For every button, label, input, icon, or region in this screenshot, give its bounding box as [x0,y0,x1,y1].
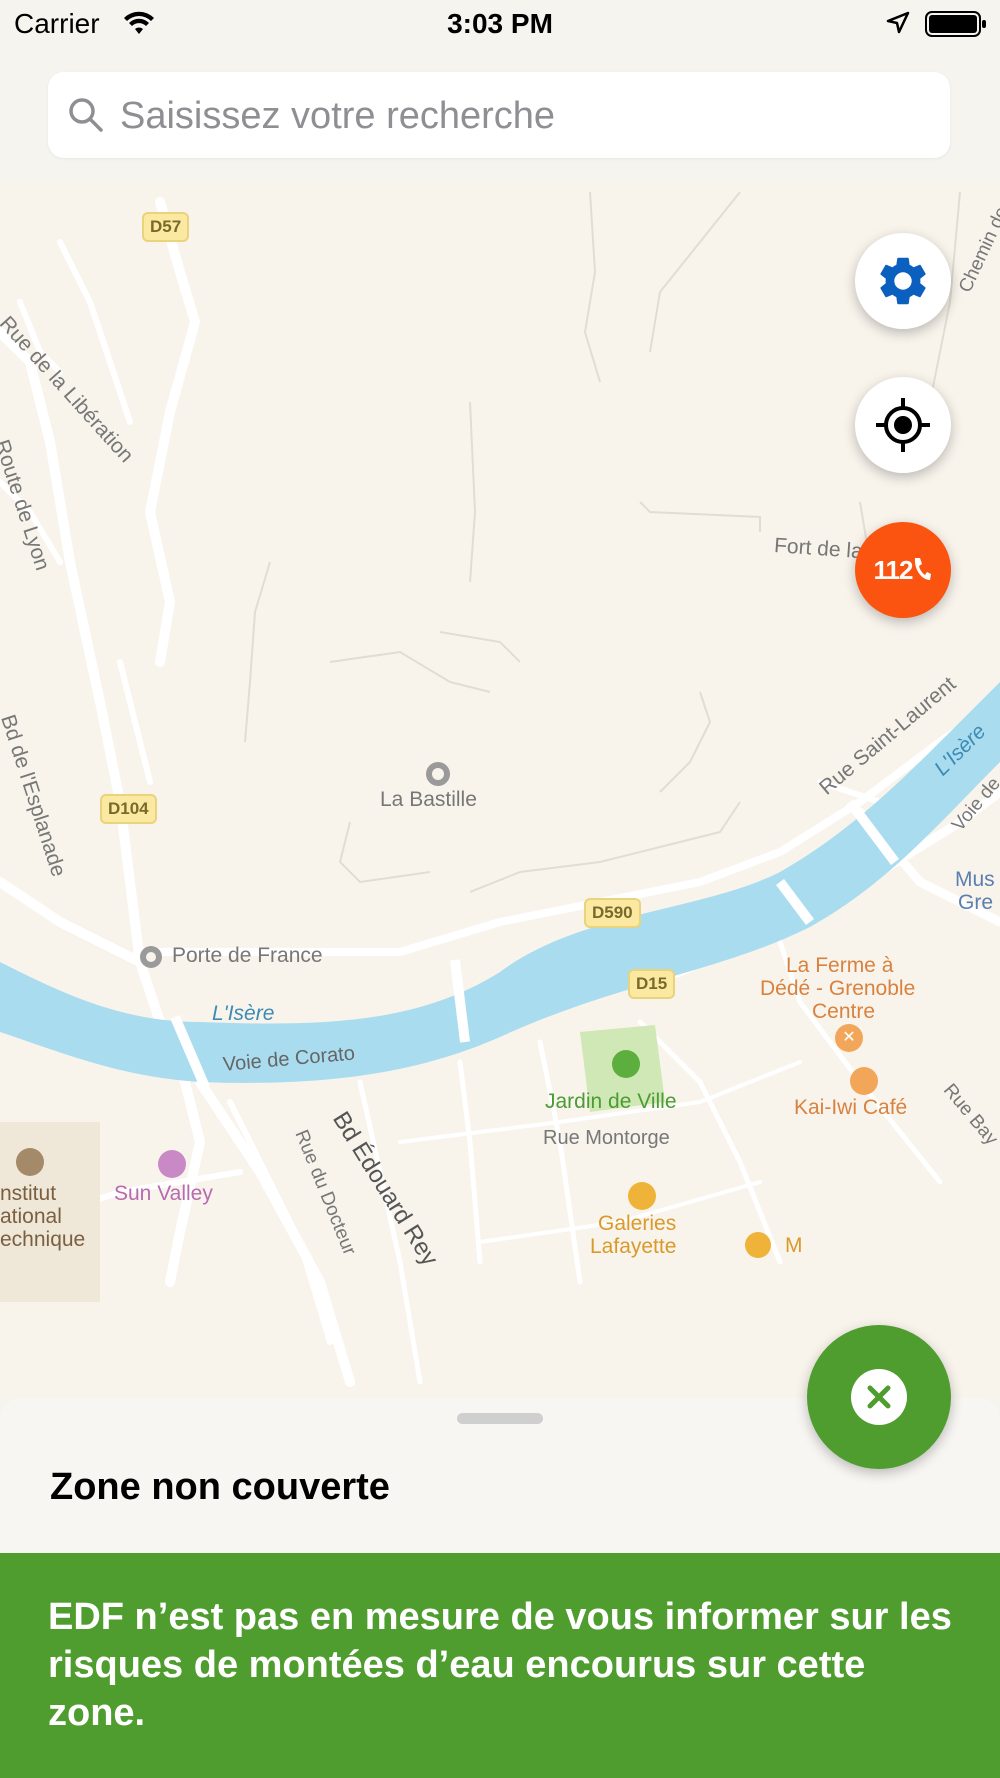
landmark-pin [426,762,450,786]
map-view[interactable]: D57 D104 D590 D15 Rue de la Libération R… [0,182,1000,1398]
place-label-galeries: Galeries [598,1212,677,1235]
locate-me-button[interactable] [855,377,951,473]
place-label-galeries: Lafayette [590,1235,677,1258]
park-icon[interactable] [612,1050,640,1078]
place-label-ferme: Centre [812,1000,876,1023]
school-icon[interactable] [16,1148,44,1176]
search-input[interactable] [118,72,922,160]
emergency-call-button[interactable]: 112 [855,522,951,618]
search-bar-container [0,50,1000,182]
place-label-institut: echnique [0,1228,86,1251]
road-shield-d57: D57 [142,212,190,242]
shopping-icon[interactable] [745,1232,771,1258]
cafe-icon[interactable] [850,1067,878,1095]
place-label-ferme: La Ferme à [786,954,894,977]
place-label-jardin: Jardin de Ville [545,1090,677,1113]
road-shield-d104: D104 [100,794,157,824]
road-shield-d590: D590 [584,898,641,928]
map-canvas [0,191,1000,1387]
place-label-porte: Porte de France [172,944,323,967]
road-shield-d15: D15 [628,969,676,999]
battery-icon [925,11,986,37]
shopping-icon[interactable] [628,1182,656,1210]
sheet-title: Zone non couverte [50,1466,390,1508]
info-banner-text: EDF n’est pas en mesure de vous informer… [48,1596,952,1734]
river-label: L'Isère [212,1002,275,1025]
place-label-sunvalley: Sun Valley [114,1182,213,1205]
landmark-pin [140,946,162,968]
place-label-kaiwi: Kai-Iwi Café [794,1096,908,1119]
search-icon [69,98,103,132]
place-label-institut: ational [0,1205,62,1228]
place-label-institut: nstitut [0,1182,57,1205]
phone-icon [915,558,932,580]
location-arrow-icon [886,11,910,34]
info-banner: EDF n’est pas en mesure de vous informer… [0,1553,1000,1778]
crosshair-icon [876,398,930,452]
emergency-112-label: 112 [873,554,914,585]
gear-icon [880,257,926,305]
restaurant-icon[interactable]: ✕ [835,1024,863,1052]
sheet-grabber-handle[interactable] [457,1413,543,1424]
place-label-musee: Mus [955,868,995,891]
place-label-ferme: Dédé - Grenoble [760,977,916,1000]
place-label-m: M [785,1234,803,1257]
street-label: Rue Montorge [543,1127,670,1149]
status-bar: Carrier 3:03 PM [0,0,1000,50]
place-label-bastille: La Bastille [380,788,477,811]
bar-icon[interactable] [158,1150,186,1178]
place-label-musee: Gre [958,891,994,914]
close-button[interactable] [807,1325,951,1469]
close-icon [851,1369,907,1425]
clock: 3:03 PM [447,8,553,39]
settings-button[interactable] [855,233,951,329]
search-box[interactable] [48,72,950,160]
